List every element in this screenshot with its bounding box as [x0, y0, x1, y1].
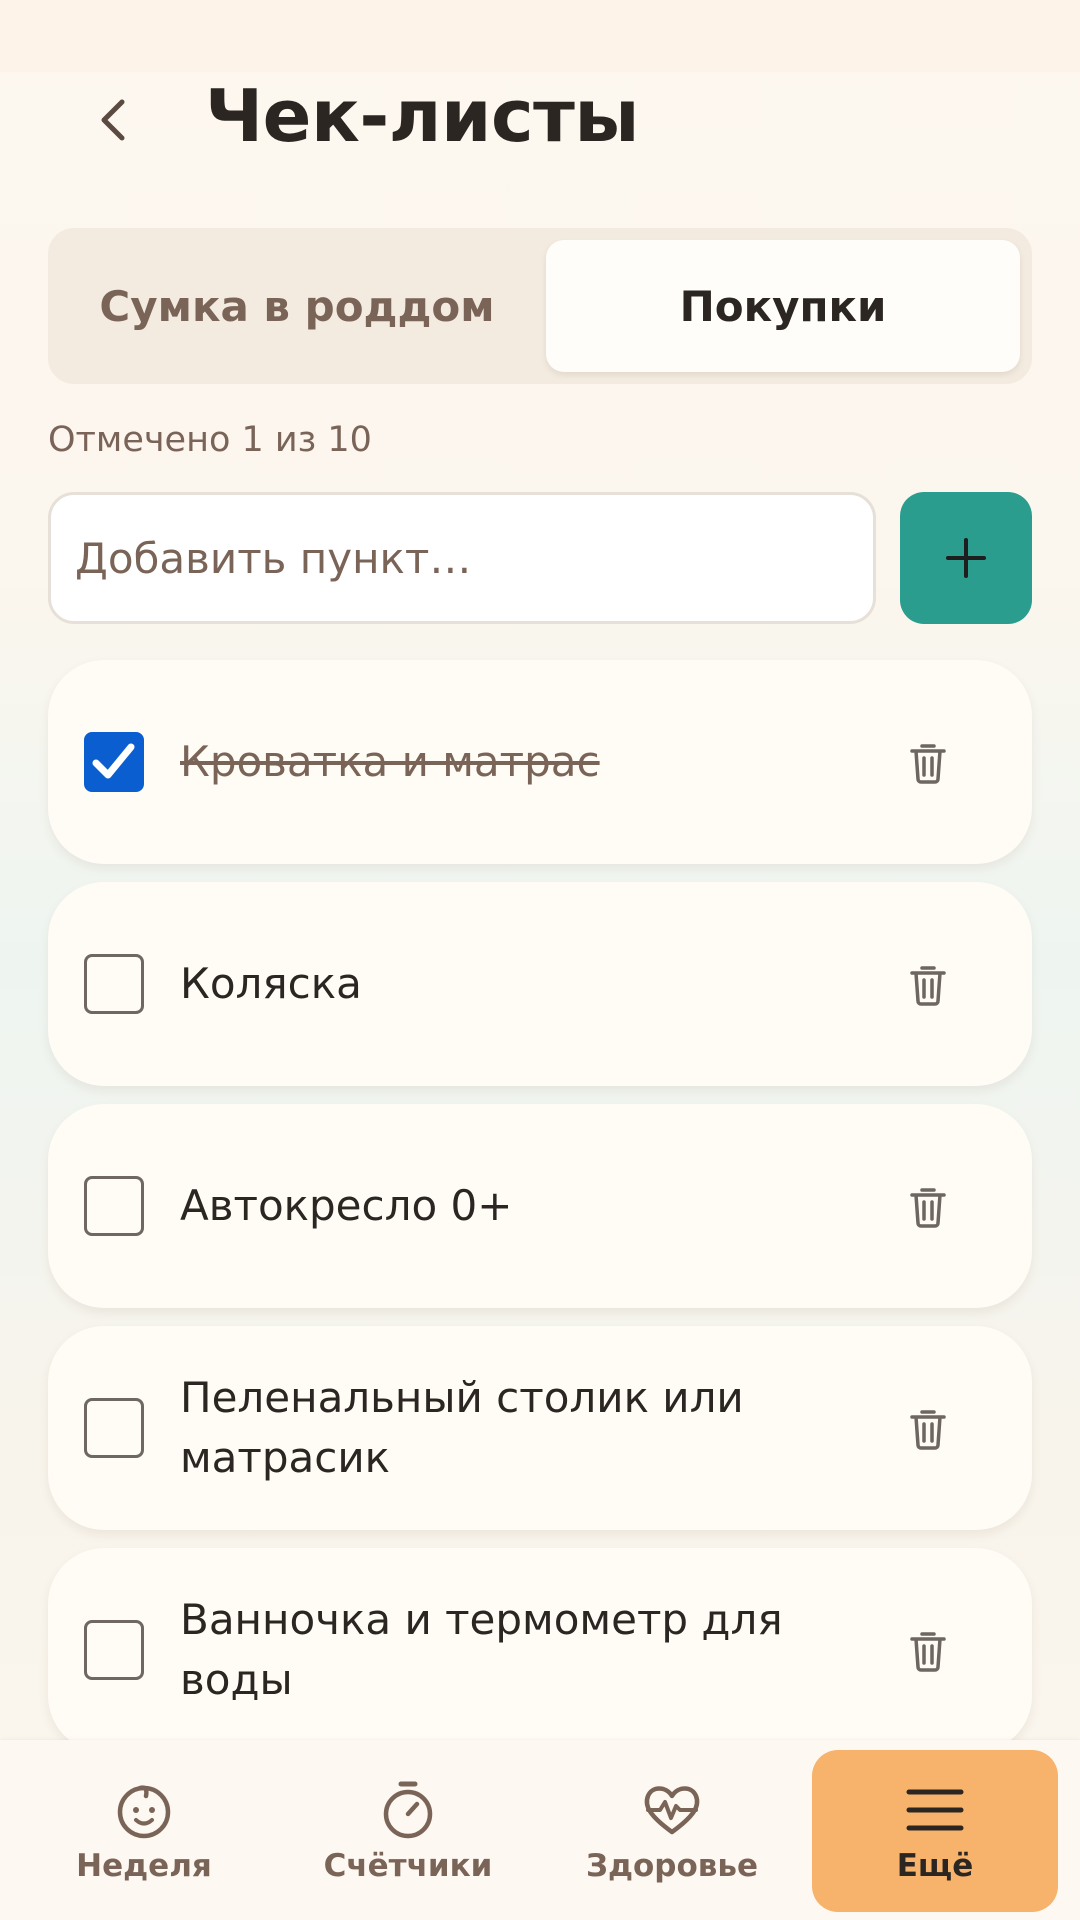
item-label: Коляска	[180, 959, 362, 1008]
item-checkbox[interactable]	[84, 1398, 144, 1458]
heart-pulse-icon	[644, 1786, 700, 1835]
nav-label-health: Здоровье	[585, 1848, 759, 1884]
trash-icon[interactable]	[904, 1626, 952, 1674]
header: Чек-листы	[0, 72, 1080, 182]
trash-icon[interactable]	[904, 960, 952, 1008]
add-item-input[interactable]	[48, 492, 876, 624]
item-label: Ванночка и термометр для воды	[180, 1595, 783, 1704]
tab-hospital-bag[interactable]: Сумка в роддом	[60, 240, 534, 372]
list-item: Автокресло 0+	[48, 1104, 1032, 1308]
add-item-button[interactable]	[900, 492, 1032, 624]
list-item: Ванночка и термометр для воды	[48, 1548, 1032, 1752]
item-checkbox[interactable]	[84, 1620, 144, 1680]
nav-item-counters[interactable]: Счётчики	[276, 1740, 540, 1920]
list-item: Коляска	[48, 882, 1032, 1086]
nav-item-week[interactable]: Неделя	[12, 1740, 276, 1920]
item-label: Кроватка и матрас	[180, 737, 600, 786]
menu-icon	[906, 1789, 964, 1831]
item-checkbox[interactable]	[84, 954, 144, 1014]
item-label: Автокресло 0+	[180, 1181, 513, 1230]
list-item: Кроватка и матрас	[48, 660, 1032, 864]
nav-item-health[interactable]: Здоровье	[540, 1740, 804, 1920]
list-item: Пеленальный столик или матрасик	[48, 1326, 1032, 1530]
checked-counter: Отмечено 1 из 10	[48, 420, 372, 460]
nav-label-more: Ещё	[896, 1848, 974, 1884]
trash-icon[interactable]	[904, 738, 952, 786]
checklist-tabs: Сумка в роддом Покупки	[48, 228, 1032, 384]
nav-label-week: Неделя	[76, 1848, 212, 1884]
status-bar	[0, 0, 1080, 72]
tab-purchases[interactable]: Покупки	[546, 240, 1020, 372]
item-checkbox[interactable]	[84, 732, 144, 792]
baby-face-icon	[117, 1785, 171, 1839]
nav-label-counters: Счётчики	[323, 1848, 493, 1884]
back-button[interactable]	[84, 90, 144, 150]
trash-icon[interactable]	[904, 1182, 952, 1230]
page-title: Чек-листы	[205, 74, 639, 158]
chevron-left-icon	[101, 99, 125, 141]
bottom-nav: Неделя Счётчики Здоровье Ещё	[0, 1740, 1080, 1920]
trash-icon[interactable]	[904, 1404, 952, 1452]
checkmark-icon	[92, 743, 135, 779]
item-label: Пеленальный столик или матрасик	[180, 1373, 744, 1482]
item-checkbox[interactable]	[84, 1176, 144, 1236]
plus-icon	[946, 538, 986, 578]
nav-item-more[interactable]: Ещё	[812, 1750, 1058, 1912]
stopwatch-icon	[383, 1781, 433, 1839]
